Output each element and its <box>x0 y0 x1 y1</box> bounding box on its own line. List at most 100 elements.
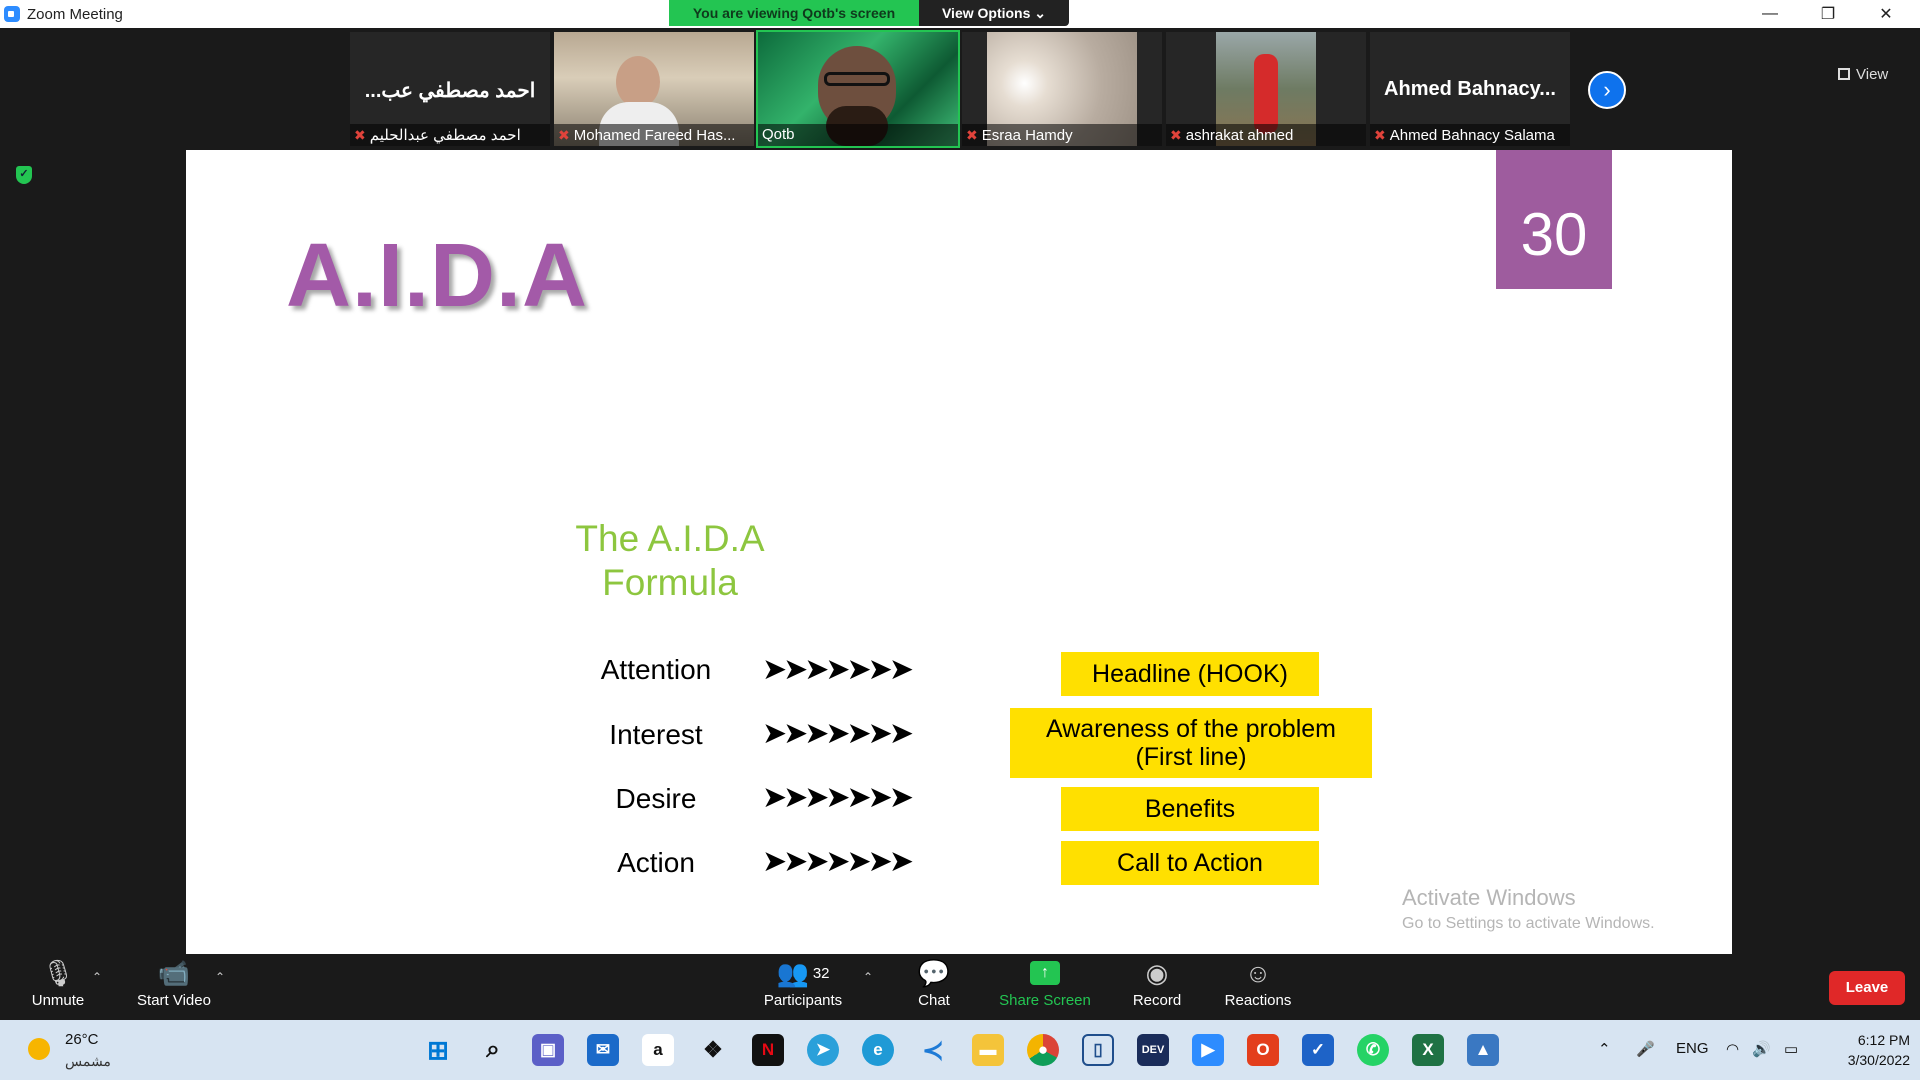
arrow-row: ➤➤➤➤➤➤➤ <box>762 781 914 814</box>
sun-icon[interactable] <box>28 1038 50 1060</box>
participant-tile[interactable]: ✖ Esraa Hamdy <box>962 32 1162 146</box>
search-icon[interactable]: ⌕ <box>477 1034 509 1066</box>
participant-tile[interactable]: ...احمد مصطفي عب ✖ احمد مصطفي عبدالحليم <box>350 32 550 146</box>
dev-tool-icon[interactable]: DEV <box>1137 1034 1169 1066</box>
participants-options-caret-icon[interactable]: ⌃ <box>863 970 873 984</box>
formula-heading: The A.I.D.A Formula <box>575 518 765 603</box>
show-hidden-icons-chevron-icon[interactable]: ⌃ <box>1598 1040 1611 1058</box>
mail-icon[interactable]: ✉ <box>587 1034 619 1066</box>
participants-strip: ...احمد مصطفي عب ✖ احمد مصطفي عبدالحليم ✖… <box>0 28 1920 150</box>
box-benefits: Benefits <box>1061 787 1319 831</box>
next-page-button[interactable]: › <box>1588 71 1626 109</box>
participant-tile-active-speaker[interactable]: Qotb <box>756 30 960 148</box>
app-frame-icon[interactable]: ▯ <box>1082 1034 1114 1066</box>
muted-mic-icon: ✖ <box>966 127 978 143</box>
participants-icon: 👥 32 <box>776 957 830 988</box>
video-off-icon: 📹 <box>157 957 191 988</box>
view-button[interactable]: View <box>1838 66 1888 83</box>
weather-temperature[interactable]: 26°C <box>65 1031 99 1048</box>
step-attention: Attention <box>600 654 712 685</box>
arrow-row: ➤➤➤➤➤➤➤ <box>762 717 914 750</box>
dropbox-icon[interactable]: ❖ <box>697 1034 729 1066</box>
reactions-icon: ☺ <box>1244 957 1272 988</box>
leave-button[interactable]: Leave <box>1829 971 1905 1005</box>
record-icon: ◉ <box>1145 957 1169 988</box>
zoom-app-icon <box>4 6 20 22</box>
window-titlebar: Zoom Meeting You are viewing Qotb's scre… <box>0 0 1920 28</box>
chevron-right-icon: › <box>1603 77 1611 102</box>
share-screen-button[interactable]: ↑ Share Screen <box>995 954 1095 1020</box>
whiteboard-icon[interactable]: ✓ <box>1302 1034 1334 1066</box>
chat-app-icon[interactable]: ▣ <box>532 1034 564 1066</box>
participant-label: ✖ Ahmed Bahnacy Salama <box>1370 124 1570 146</box>
system-clock[interactable]: 6:12 PM 3/30/2022 <box>1810 1030 1910 1070</box>
weather-description[interactable]: مشمس <box>65 1053 111 1070</box>
amazon-icon[interactable]: a <box>642 1034 674 1066</box>
share-banner: You are viewing Qotb's screen View Optio… <box>669 0 1069 26</box>
arrow-row: ➤➤➤➤➤➤➤ <box>762 653 914 686</box>
photos-icon[interactable]: ▲ <box>1467 1034 1499 1066</box>
participant-label: ✖ احمد مصطفي عبدالحليم <box>350 124 550 146</box>
start-video-button[interactable]: 📹 Start Video <box>128 954 220 1020</box>
shared-screen-slide: 30 A.I.D.A The A.I.D.A Formula Attention… <box>186 150 1732 954</box>
file-explorer-icon[interactable]: ▬ <box>972 1034 1004 1066</box>
office-icon[interactable]: O <box>1247 1034 1279 1066</box>
muted-mic-icon: ✖ <box>558 127 570 143</box>
muted-mic-icon: ✖ <box>1170 127 1182 143</box>
viewing-screen-status: You are viewing Qotb's screen <box>669 0 919 26</box>
clock-time: 6:12 PM <box>1857 1032 1910 1048</box>
grid-icon <box>1838 68 1850 80</box>
participant-tile[interactable]: Ahmed Bahnacy... ✖ Ahmed Bahnacy Salama <box>1370 32 1570 146</box>
muted-mic-icon: ✖ <box>1374 127 1386 143</box>
minimize-button[interactable]: — <box>1741 0 1799 28</box>
meeting-controls-bar: 🎙 Unmute ⌃ 📹 Start Video ⌃ 👥 32 Participa… <box>0 954 1920 1020</box>
netflix-icon[interactable]: N <box>752 1034 784 1066</box>
audio-options-caret-icon[interactable]: ⌃ <box>92 970 102 984</box>
unmute-button[interactable]: 🎙 Unmute <box>18 954 98 1020</box>
participant-label: ✖ Esraa Hamdy <box>962 124 1162 146</box>
edge-browser-icon[interactable]: e <box>862 1034 894 1066</box>
wifi-icon[interactable]: ◠ <box>1726 1040 1739 1058</box>
share-screen-icon: ↑ <box>995 954 1095 992</box>
participants-count: 32 <box>812 964 830 982</box>
box-call-to-action: Call to Action <box>1061 841 1319 885</box>
excel-icon[interactable]: X <box>1412 1034 1444 1066</box>
whatsapp-icon[interactable]: ✆ <box>1357 1034 1389 1066</box>
participant-tile[interactable]: ✖ Mohamed Fareed Has... <box>554 32 754 146</box>
record-button[interactable]: ◉ Record <box>1124 954 1190 1020</box>
participant-label: ✖ Mohamed Fareed Has... <box>554 124 754 146</box>
windows-taskbar: 26°C مشمس ⊞ ⌕ ▣ ✉ a ❖ N ➤ e ≺ ▬ ● ▯ DEV … <box>0 1020 1920 1080</box>
participant-tile[interactable]: ✖ ashrakat ahmed <box>1166 32 1366 146</box>
step-desire: Desire <box>615 783 697 814</box>
chat-button[interactable]: 💬 Chat <box>904 954 964 1020</box>
video-options-caret-icon[interactable]: ⌃ <box>215 970 225 984</box>
slide-title: A.I.D.A <box>286 226 589 326</box>
volume-icon[interactable]: 🔊 <box>1752 1040 1771 1058</box>
participant-name-display: Ahmed Bahnacy... <box>1384 78 1556 100</box>
security-shield-icon[interactable]: ✓ <box>16 166 32 184</box>
vscode-icon[interactable]: ≺ <box>917 1034 949 1066</box>
clock-date: 3/30/2022 <box>1847 1052 1910 1068</box>
box-awareness: Awareness of the problem (First line) <box>1010 708 1372 778</box>
box-headline: Headline (HOOK) <box>1061 652 1319 696</box>
battery-icon[interactable]: ▭ <box>1784 1040 1798 1058</box>
chat-icon: 💬 <box>917 957 951 988</box>
view-options-button[interactable]: View Options ⌄ <box>919 0 1069 26</box>
input-language[interactable]: ENG <box>1676 1040 1709 1057</box>
participants-button[interactable]: 👥 32 Participants <box>755 954 851 1020</box>
arrow-row: ➤➤➤➤➤➤➤ <box>762 845 914 878</box>
muted-mic-icon: 🎙 <box>41 957 75 988</box>
zoom-taskbar-icon[interactable]: ▶ <box>1192 1034 1224 1066</box>
slide-number: 30 <box>1496 150 1612 289</box>
start-menu-icon[interactable]: ⊞ <box>422 1034 454 1066</box>
telegram-icon[interactable]: ➤ <box>807 1034 839 1066</box>
microphone-icon[interactable]: 🎤 <box>1636 1040 1655 1058</box>
step-action: Action <box>617 847 695 878</box>
chrome-icon[interactable]: ● <box>1027 1034 1059 1066</box>
close-button[interactable]: ✕ <box>1857 0 1915 28</box>
participant-name-display: ...احمد مصطفي عب <box>364 80 536 102</box>
window-title: Zoom Meeting <box>27 6 123 23</box>
muted-mic-icon: ✖ <box>354 127 366 143</box>
restore-button[interactable]: ❐ <box>1799 0 1857 28</box>
reactions-button[interactable]: ☺ Reactions <box>1218 954 1298 1020</box>
